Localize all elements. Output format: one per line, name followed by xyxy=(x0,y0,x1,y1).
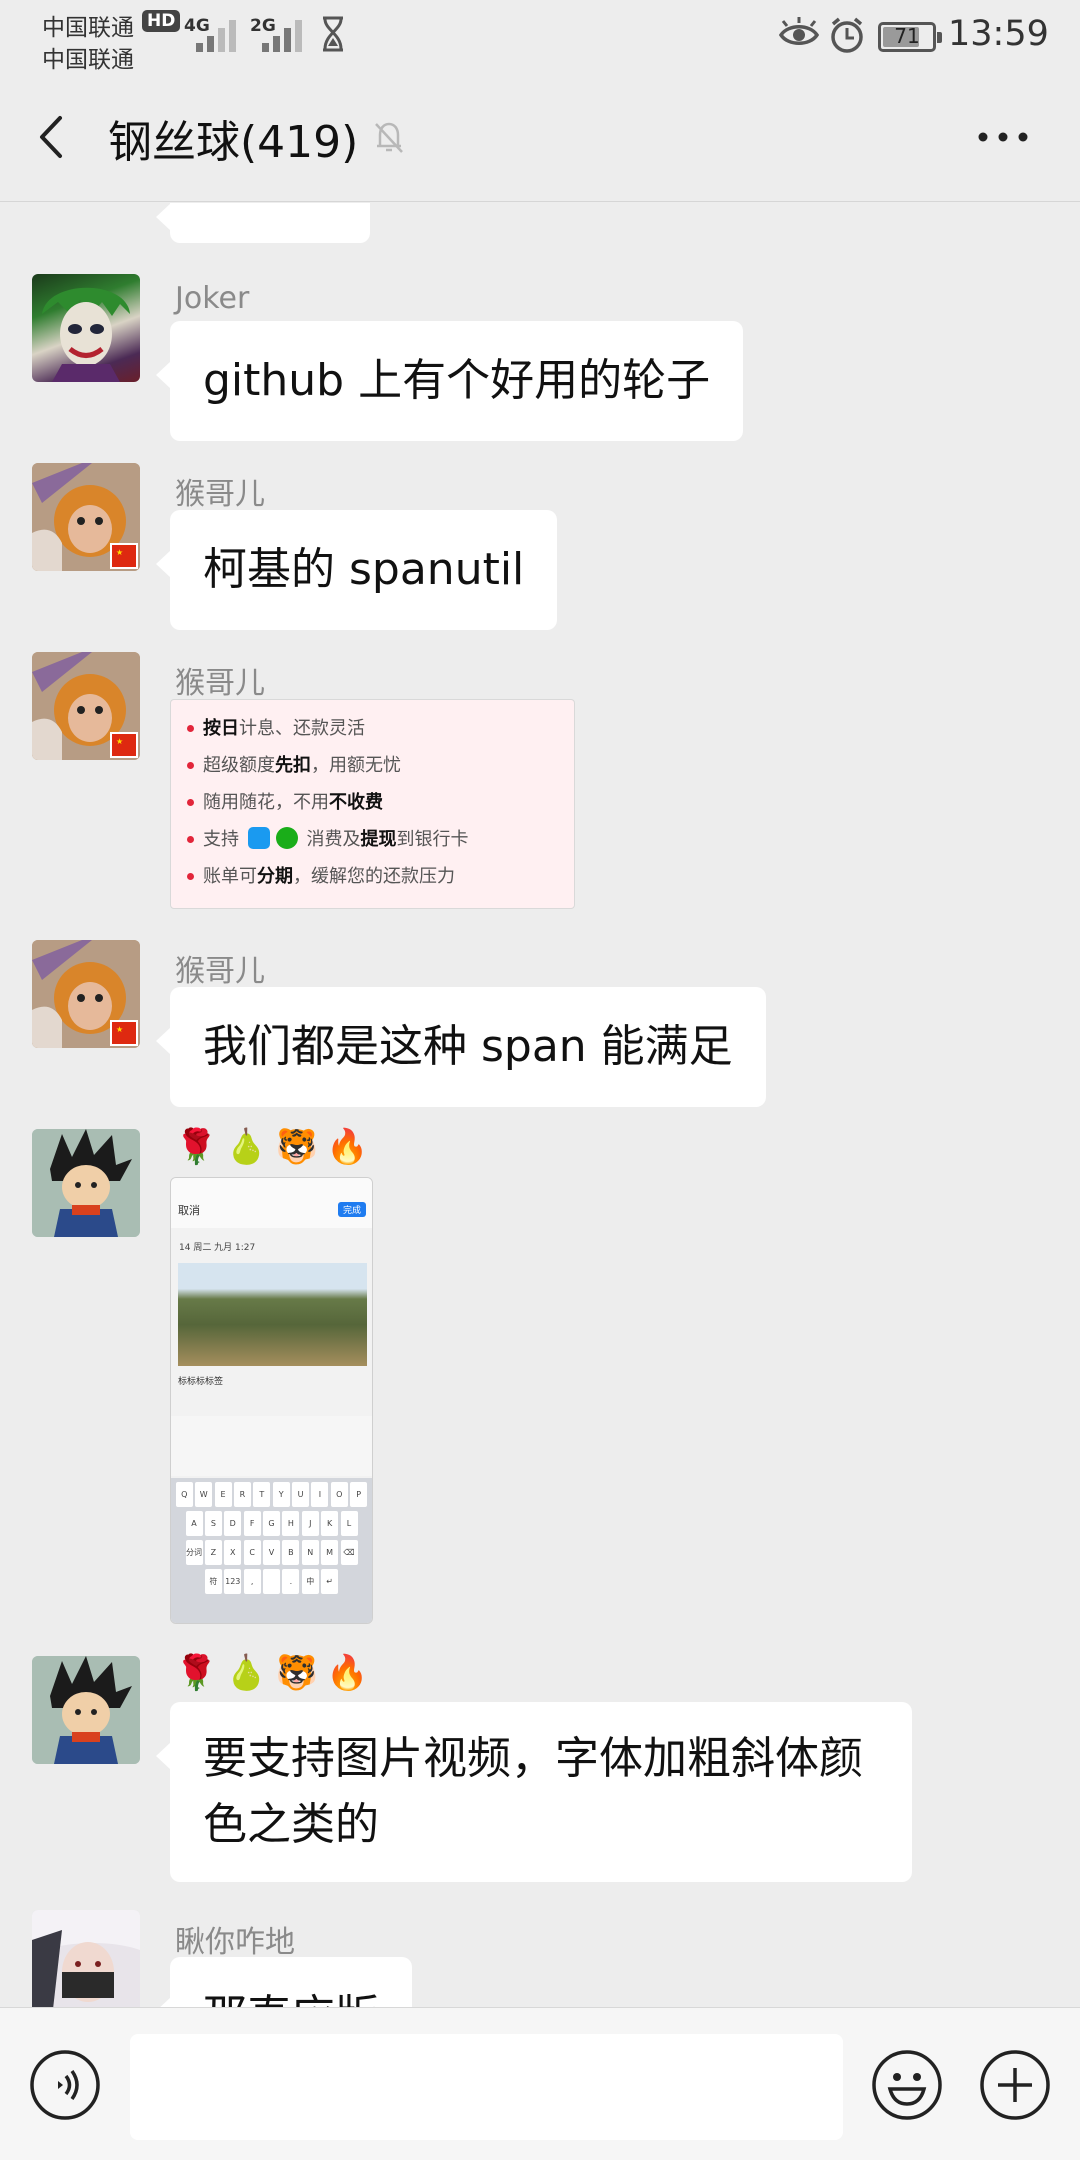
sender-name: 猴哥儿 xyxy=(175,477,265,512)
screenshot-landscape-photo xyxy=(178,1263,367,1366)
keyboard-key: N xyxy=(301,1540,319,1565)
image-text-line: 按日计息、还款灵活 xyxy=(183,710,562,747)
keyboard-key: F xyxy=(243,1511,261,1536)
battery-level: 71 xyxy=(894,24,920,48)
keyboard-key: B xyxy=(282,1540,300,1565)
alarm-icon xyxy=(831,17,863,53)
more-dots-icon[interactable] xyxy=(975,122,1031,152)
voice-icon[interactable] xyxy=(28,2048,102,2122)
keyboard-key: I xyxy=(311,1482,329,1507)
message-bubble[interactable]: github 上有个好用的轮子 xyxy=(155,321,744,441)
avatar-masked[interactable] xyxy=(32,1910,140,2007)
message-bubble-partial[interactable] xyxy=(156,203,370,243)
svg-text:★: ★ xyxy=(116,1025,123,1034)
screenshot-image-message[interactable]: 取消 完成 14 周二 九月 1:27 标标标标签 QWERTYUIOP ASD… xyxy=(170,1177,373,1624)
screenshot-note-text: 标标标标签 xyxy=(178,1377,224,1387)
screenshot-cancel-text: 取消 xyxy=(178,1204,200,1217)
keyboard-key: Q xyxy=(175,1482,193,1507)
keyboard-key: Y xyxy=(272,1482,290,1507)
keyboard-key: 中 xyxy=(301,1569,319,1594)
clock: 13:59 xyxy=(948,14,1049,54)
alipay-icon xyxy=(247,827,270,849)
image-text-line: 账单可分期，缓解您的还款压力 xyxy=(183,858,562,895)
mute-bell-icon xyxy=(375,122,403,153)
status-bar: 中国联通 中国联通 HD 4G 2G 71 13:59 xyxy=(0,0,1080,73)
message-list[interactable]: Joker github 上有个好用的轮子 ★ 猴哥儿 柯基的 spanutil xyxy=(0,203,1080,2007)
input-bar xyxy=(0,2007,1080,2160)
keyboard-key: . xyxy=(282,1569,300,1594)
battery-indicator: 71 xyxy=(878,22,942,52)
keyboard-key: L xyxy=(340,1511,358,1536)
carrier-label-1: 中国联通 xyxy=(42,15,134,41)
signal-icon xyxy=(196,16,252,52)
avatar-monkey[interactable]: ★ xyxy=(32,652,140,760)
image-text-line: 超级额度先扣，用额无忧 xyxy=(183,747,562,784)
screenshot-done-text: 完成 xyxy=(337,1202,366,1217)
keyboard-key: D xyxy=(224,1511,242,1536)
screenshot-keyboard: QWERTYUIOP ASDFGHJKL 分词 Z X C V B N M ⌫ 符 123, .中… xyxy=(171,1478,372,1623)
keyboard-key: G xyxy=(263,1511,280,1536)
image-text-line: 随用随花，不用不收费 xyxy=(183,784,562,821)
keyboard-key: E xyxy=(214,1482,232,1507)
keyboard-key: R xyxy=(233,1482,251,1507)
screenshot-date-text: 14 周二 九月 1:27 xyxy=(179,1243,256,1253)
carrier-label-2: 中国联通 xyxy=(42,47,134,73)
message-bubble[interactable]: 要支持图片视频，字体加粗斜体颜色之类的 xyxy=(156,1702,912,1882)
keyboard-key: 符 xyxy=(204,1569,222,1594)
message-bubble[interactable]: 那直应版 xyxy=(156,1957,412,2007)
sender-name: 瞅你咋地 xyxy=(175,1925,295,1960)
image-text-line: 支持 消费及提现到银行卡 xyxy=(183,821,562,858)
emoji-nickname: 🌹🍐🐯🔥 xyxy=(175,1127,377,1167)
keyboard-key: A xyxy=(185,1511,203,1536)
keyboard-key xyxy=(263,1569,280,1594)
avatar-joker[interactable] xyxy=(32,274,140,382)
sender-name: 猴哥儿 xyxy=(175,666,265,701)
back-arrow-icon[interactable] xyxy=(32,112,72,162)
keyboard-key: H xyxy=(282,1511,300,1536)
message-bubble[interactable]: 我们都是这种 span 能满足 xyxy=(156,987,766,1107)
chat-header: 钢丝球(419) xyxy=(0,70,1080,202)
chat-title: 钢丝球(419) xyxy=(108,117,359,168)
hourglass-icon xyxy=(323,16,343,52)
keyboard-key: P xyxy=(350,1482,368,1507)
keyboard-key: O xyxy=(330,1482,348,1507)
hd-badge: HD xyxy=(142,10,181,32)
keyboard-key: U xyxy=(292,1482,310,1507)
keyboard-key: S xyxy=(204,1511,222,1536)
keyboard-key: Z xyxy=(204,1540,222,1565)
keyboard-key: J xyxy=(301,1511,319,1536)
emoji-icon[interactable] xyxy=(870,2048,944,2122)
avatar-monkey[interactable]: ★ xyxy=(32,463,140,571)
message-input[interactable] xyxy=(130,2034,843,2140)
keyboard-key: ⌫ xyxy=(340,1540,358,1565)
keyboard-key: V xyxy=(263,1540,280,1565)
sender-name: 猴哥儿 xyxy=(175,954,265,989)
eye-comfort-icon xyxy=(778,17,820,45)
avatar-goku[interactable] xyxy=(32,1656,140,1764)
image-message[interactable]: 按日计息、还款灵活 超级额度先扣，用额无忧 随用随花，不用不收费 支持 消费及提… xyxy=(170,699,575,909)
plus-icon[interactable] xyxy=(978,2048,1052,2122)
avatar-goku[interactable] xyxy=(32,1129,140,1237)
message-bubble[interactable]: 柯基的 spanutil xyxy=(155,510,558,630)
svg-text:★: ★ xyxy=(116,737,123,746)
wechat-pay-icon xyxy=(275,827,298,849)
keyboard-key: W xyxy=(195,1482,213,1507)
keyboard-key: T xyxy=(253,1482,271,1507)
avatar-monkey[interactable]: ★ xyxy=(32,940,140,1048)
sender-name: Joker xyxy=(175,281,250,316)
keyboard-key: , xyxy=(243,1569,261,1594)
keyboard-key: 分词 xyxy=(185,1540,203,1565)
keyboard-key: 123 xyxy=(224,1569,242,1594)
keyboard-key: ↵ xyxy=(321,1569,339,1594)
keyboard-key: M xyxy=(321,1540,339,1565)
keyboard-key: X xyxy=(224,1540,242,1565)
keyboard-key: K xyxy=(321,1511,339,1536)
keyboard-key: C xyxy=(243,1540,261,1565)
svg-text:★: ★ xyxy=(116,548,123,557)
signal-icon-2 xyxy=(262,16,318,52)
emoji-nickname: 🌹🍐🐯🔥 xyxy=(175,1653,377,1693)
